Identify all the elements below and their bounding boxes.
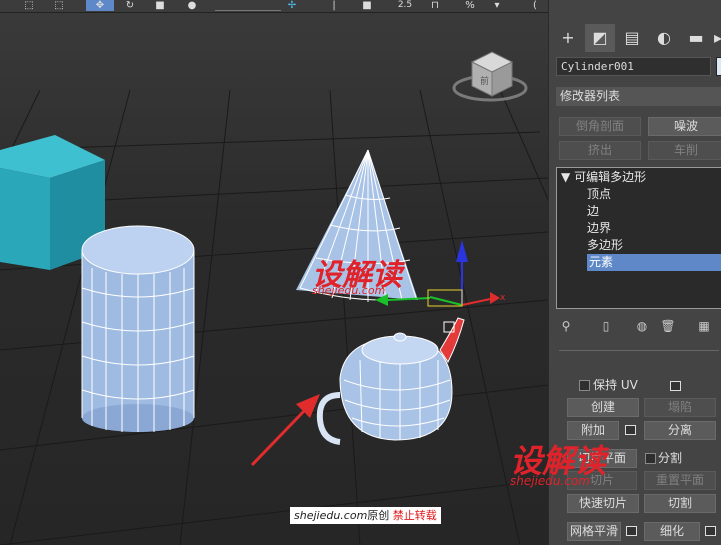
stack-item-edge[interactable]: 边: [587, 203, 599, 220]
tessellate-button[interactable]: 细化: [644, 522, 700, 541]
stack-item-polygon[interactable]: 多边形: [587, 237, 623, 254]
preserve-uv-label: 保持 UV: [593, 378, 638, 392]
pivot-icon[interactable]: ✢: [285, 0, 299, 11]
watermark-logo-sub-panel: shejiedu.com: [510, 474, 590, 488]
percent-icon[interactable]: %: [460, 0, 480, 11]
move-icon[interactable]: ✥: [86, 0, 114, 11]
stack-item-border[interactable]: 边界: [587, 220, 611, 237]
utilities-tab[interactable]: ▸: [713, 24, 721, 52]
stack-toolbar: ⚲ ▯ ◍ 🗑 ▦: [556, 316, 721, 336]
viewcube-label: 前: [480, 75, 489, 87]
stack-root-editable-poly[interactable]: ▼ 可编辑多边形: [561, 169, 646, 186]
bracket-icon[interactable]: (: [530, 0, 540, 11]
stack-item-element[interactable]: 元素: [587, 254, 721, 271]
create-button[interactable]: 创建: [567, 398, 639, 417]
collapse-button[interactable]: 塌陷: [644, 398, 716, 417]
place-icon[interactable]: ●: [182, 0, 202, 11]
display-tab[interactable]: ▬: [681, 24, 711, 52]
tessellate-settings-icon[interactable]: [705, 526, 716, 536]
make-unique-icon[interactable]: ◍: [634, 316, 650, 336]
object-color-swatch[interactable]: [716, 57, 721, 76]
main-toolbar: ⬚ ⬚ ✥ ↻ ■ ● ✢ | ■ 2.5 ⊓ % ▾ (: [0, 0, 548, 13]
modify-tab[interactable]: ◩: [585, 24, 615, 52]
show-end-result-icon[interactable]: ▯: [598, 316, 614, 336]
create-tab[interactable]: +: [553, 24, 583, 52]
configure-sets-icon[interactable]: ▦: [696, 316, 712, 336]
pin-stack-icon[interactable]: ⚲: [558, 316, 574, 336]
viewport-scene: x 前: [0, 51, 548, 545]
select-region-icon[interactable]: ⬚: [18, 0, 40, 11]
bevel-profile-button[interactable]: 倒角剖面: [559, 117, 641, 136]
object-name-field[interactable]: Cylinder001: [556, 57, 711, 76]
remove-modifier-icon[interactable]: 🗑: [660, 316, 676, 336]
watermark-original: 原创: [367, 509, 390, 522]
rollout-divider: [559, 350, 719, 351]
detach-button[interactable]: 分离: [644, 421, 716, 440]
reset-plane-button[interactable]: 重置平面: [644, 471, 716, 490]
spinner-snap-icon[interactable]: 2.5: [393, 0, 417, 11]
modifier-stack[interactable]: ▼ 可编辑多边形 顶点 边 边界 多边形 元素: [556, 167, 721, 309]
watermark-forbidden: 禁止转载: [392, 509, 437, 522]
command-panel-tabs: + ◩ ▤ ◐ ▬ ▸: [553, 24, 721, 52]
extrude-button[interactable]: 挤出: [559, 141, 641, 160]
watermark-site: shejiedu.com: [294, 509, 368, 522]
attach-settings-icon[interactable]: [625, 425, 636, 435]
annotation-arrow: [250, 394, 320, 467]
scale-icon[interactable]: ■: [150, 0, 170, 11]
modifier-list-dropdown[interactable]: 修改器列表: [556, 87, 721, 106]
watermark-bar: shejiedu.com原创 禁止转载: [290, 507, 441, 524]
preserve-uv-checkbox[interactable]: [579, 380, 590, 391]
chevron-down-icon[interactable]: ▾: [490, 0, 504, 11]
quickslice-button[interactable]: 快速切片: [567, 494, 639, 513]
snap-icon[interactable]: |: [328, 0, 340, 11]
stack-item-vertex[interactable]: 顶点: [587, 186, 611, 203]
app-window: ⬚ ⬚ ✥ ↻ ■ ● ✢ | ■ 2.5 ⊓ % ▾ (x 前 设解读 sh…: [0, 0, 721, 545]
settings-box-icon[interactable]: [670, 381, 681, 391]
cylinder[interactable]: [81, 225, 195, 432]
reference-coord-dropdown[interactable]: [215, 0, 281, 11]
noise-button[interactable]: 噪波: [648, 117, 721, 136]
percent-snap-icon[interactable]: ⊓: [425, 0, 445, 11]
meshsmooth-settings-icon[interactable]: [626, 526, 637, 536]
hierarchy-tab[interactable]: ▤: [617, 24, 647, 52]
motion-tab[interactable]: ◐: [649, 24, 679, 52]
teapot[interactable]: [316, 317, 465, 445]
collapse-triangle-icon[interactable]: ▼: [561, 170, 570, 184]
lathe-button[interactable]: 车削: [648, 141, 721, 160]
perspective-viewport[interactable]: x 前 设解读 shejiedu.com: [0, 13, 548, 545]
rotate-icon[interactable]: ↻: [120, 0, 140, 11]
angle-snap-icon[interactable]: ■: [355, 0, 379, 11]
watermark-logo-sub-viewport: shejiedu.com: [312, 284, 386, 297]
split-checkbox[interactable]: [645, 453, 656, 464]
gizmo-x-label: x: [500, 293, 506, 303]
split-label: 分割: [658, 451, 683, 465]
window-crossing-icon[interactable]: ⬚: [48, 0, 70, 11]
meshsmooth-button[interactable]: 网格平滑: [567, 522, 621, 541]
cut-button[interactable]: 切割: [644, 494, 716, 513]
viewcube[interactable]: 前: [452, 51, 528, 102]
